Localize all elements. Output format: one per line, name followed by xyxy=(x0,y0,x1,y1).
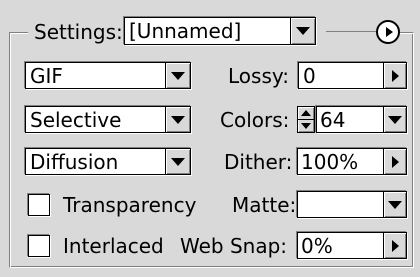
settings-dropdown-button[interactable] xyxy=(290,17,316,45)
interlaced-label: Interlaced xyxy=(63,234,164,258)
settings-label: Settings: xyxy=(34,20,123,44)
lossy-slider-button[interactable] xyxy=(383,62,407,89)
dither-algorithm-dropdown-button[interactable] xyxy=(165,148,191,175)
chevron-down-icon xyxy=(296,27,310,35)
chevron-right-icon xyxy=(391,69,399,82)
lossy-field[interactable]: 0 xyxy=(298,62,407,89)
chevron-down-icon xyxy=(171,71,185,80)
settings-menu-button[interactable] xyxy=(376,20,400,44)
chevron-down-icon xyxy=(171,115,185,124)
chevron-right-icon xyxy=(391,155,399,168)
chevron-down-icon xyxy=(388,115,402,124)
color-reduction-dropdown-button[interactable] xyxy=(165,106,191,133)
color-reduction-value: Selective xyxy=(30,108,122,132)
circle-arrow-icon xyxy=(385,27,393,37)
web-snap-label: Web Snap: xyxy=(180,234,288,258)
web-snap-slider-button[interactable] xyxy=(383,232,407,259)
chevron-right-icon xyxy=(391,239,399,252)
dither-algorithm-select[interactable]: Diffusion xyxy=(25,148,191,175)
matte-dropdown-button[interactable] xyxy=(383,191,407,218)
web-snap-field[interactable]: 0% xyxy=(297,232,407,259)
matte-label: Matte: xyxy=(232,193,297,217)
file-format-dropdown-button[interactable] xyxy=(165,62,191,89)
chevron-down-icon xyxy=(171,157,185,166)
lossy-label: Lossy: xyxy=(228,64,289,88)
file-format-value: GIF xyxy=(30,64,63,88)
dither-slider-button[interactable] xyxy=(383,148,407,175)
dither-algorithm-value: Diffusion xyxy=(30,150,119,174)
transparency-label: Transparency xyxy=(63,193,197,217)
divider-line xyxy=(326,31,376,32)
dither-label: Dither: xyxy=(224,150,293,174)
colors-stepper[interactable] xyxy=(297,106,315,133)
dither-value: 100% xyxy=(301,150,359,174)
interlaced-checkbox[interactable] xyxy=(28,235,50,257)
colors-field[interactable]: 64 xyxy=(316,106,407,133)
settings-preset-value: [Unnamed] xyxy=(129,19,242,43)
matte-select[interactable] xyxy=(297,191,407,218)
web-snap-value: 0% xyxy=(301,234,333,258)
colors-label: Colors: xyxy=(220,108,290,132)
settings-preset-select[interactable]: [Unnamed] xyxy=(124,17,316,45)
colors-dropdown-button[interactable] xyxy=(383,106,407,133)
lossy-value: 0 xyxy=(303,64,316,88)
colors-value: 64 xyxy=(320,108,346,132)
transparency-checkbox[interactable] xyxy=(28,194,50,216)
stepper-up-icon[interactable] xyxy=(298,107,314,120)
color-reduction-select[interactable]: Selective xyxy=(25,106,191,133)
dither-field[interactable]: 100% xyxy=(297,148,407,175)
file-format-select[interactable]: GIF xyxy=(25,62,191,89)
stepper-down-icon[interactable] xyxy=(298,120,314,133)
chevron-down-icon xyxy=(388,200,402,209)
